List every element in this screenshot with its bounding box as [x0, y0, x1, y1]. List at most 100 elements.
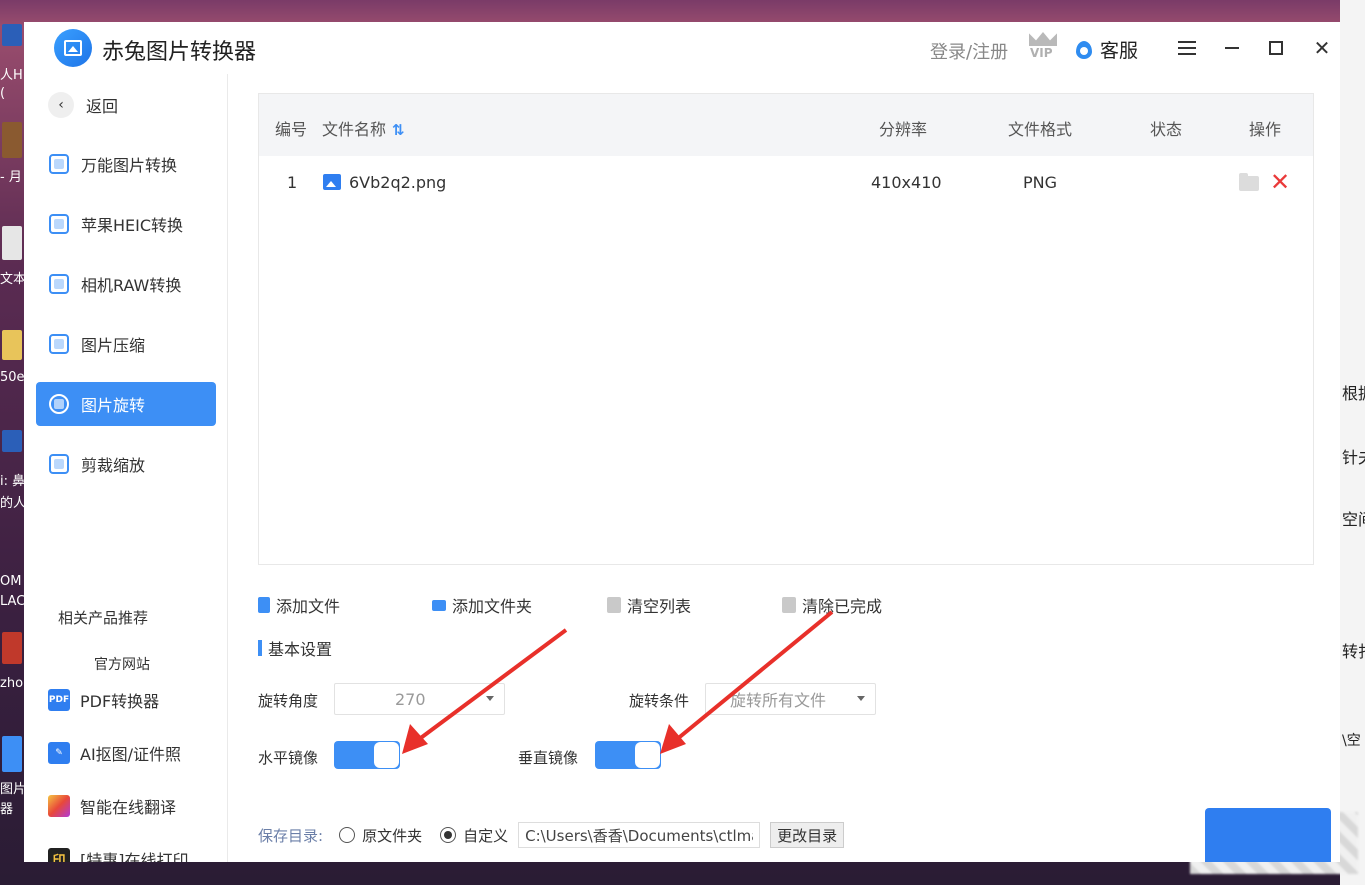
- rotate-condition-select[interactable]: 旋转所有文件: [705, 683, 876, 715]
- desktop-text: 人H: [0, 68, 23, 83]
- image-convert-icon: [49, 154, 69, 174]
- basic-settings-title: 基本设置: [258, 636, 332, 660]
- minimize-icon: [1225, 47, 1239, 49]
- text-file-icon[interactable]: [2, 226, 22, 260]
- save-path-input[interactable]: [518, 822, 761, 848]
- sidebar-item-label: 相机RAW转换: [81, 276, 182, 295]
- close-button[interactable]: ✕: [1310, 36, 1334, 60]
- back-button[interactable]: ‹ 返回: [48, 92, 118, 118]
- rotate-angle-label: 旋转角度: [258, 692, 319, 710]
- row-name: 6Vb2q2.png: [323, 173, 446, 192]
- open-folder-icon[interactable]: [1239, 173, 1259, 191]
- official-site-link[interactable]: 官方网站: [94, 654, 150, 674]
- add-file-label: 添加文件: [276, 597, 341, 616]
- delete-icon[interactable]: ✕: [1270, 168, 1290, 196]
- hamburger-icon: [1178, 41, 1196, 55]
- sort-icon[interactable]: ⇅: [392, 121, 405, 139]
- clear-list-button[interactable]: 清空列表: [607, 593, 691, 617]
- minimize-button[interactable]: [1220, 36, 1244, 60]
- add-folder-label: 添加文件夹: [452, 597, 533, 616]
- desktop-text: 的人: [0, 496, 24, 511]
- header-index: 编号: [275, 120, 308, 139]
- table-header: 编号 文件名称 ⇅ 分辨率 文件格式 状态 操作: [259, 94, 1313, 156]
- sidebar-item-label: 剪裁缩放: [81, 456, 146, 475]
- v-mirror-toggle[interactable]: [595, 741, 661, 769]
- add-folder-button[interactable]: 添加文件夹: [432, 593, 532, 617]
- sidebar-item-heic[interactable]: 苹果HEIC转换: [36, 202, 216, 246]
- word-doc-icon[interactable]: [2, 430, 22, 452]
- background-text: 转扎: [1342, 642, 1365, 661]
- service-icon: [1076, 40, 1092, 59]
- header-name-label: 文件名称: [322, 120, 387, 139]
- translate-icon: [48, 795, 70, 817]
- folder-icon[interactable]: [2, 330, 22, 360]
- product-online-print[interactable]: 印 [特惠]在线打印: [48, 847, 189, 862]
- add-file-button[interactable]: 添加文件: [258, 593, 340, 617]
- desktop-text: LAC: [0, 594, 24, 609]
- sidebar-item-universal-convert[interactable]: 万能图片转换: [36, 142, 216, 186]
- radio-custom-label: 自定义: [463, 826, 509, 845]
- product-pdf-converter[interactable]: PDF PDF转换器: [48, 688, 159, 712]
- rotate-angle-value: 270: [395, 689, 426, 709]
- header-ops: 操作: [1249, 120, 1282, 139]
- eraser-icon: ✎: [48, 742, 70, 764]
- compress-icon: [49, 334, 69, 354]
- rotate-angle-select[interactable]: 270: [334, 683, 505, 715]
- header-resolution: 分辨率: [879, 120, 928, 139]
- header-format: 文件格式: [1008, 120, 1073, 139]
- product-translate[interactable]: 智能在线翻译: [48, 794, 176, 818]
- product-ai-cutout[interactable]: ✎ AI抠图/证件照: [48, 741, 181, 765]
- change-directory-button[interactable]: 更改目录: [770, 822, 845, 848]
- desktop-text: - 月: [0, 170, 22, 185]
- radio-original-label: 原文件夹: [362, 826, 423, 845]
- clear-done-button[interactable]: 清除已完成: [782, 593, 882, 617]
- word-doc-icon[interactable]: [2, 24, 22, 46]
- pdf-icon: PDF: [48, 689, 70, 711]
- print-icon: 印: [48, 848, 70, 862]
- customer-service-button[interactable]: 客服: [1076, 36, 1138, 63]
- sidebar-item-raw[interactable]: 相机RAW转换: [36, 262, 216, 306]
- product-label: AI抠图/证件照: [80, 745, 182, 764]
- back-label: 返回: [86, 97, 119, 116]
- h-mirror-toggle[interactable]: [334, 741, 400, 769]
- clear-list-label: 清空列表: [627, 597, 692, 616]
- file-table: 编号 文件名称 ⇅ 分辨率 文件格式 状态 操作 1 6Vb2q2.png 410…: [258, 93, 1314, 565]
- close-icon: ✕: [1313, 36, 1331, 60]
- login-register-link[interactable]: 登录/注册: [930, 38, 1008, 64]
- sidebar-item-crop[interactable]: 剪裁缩放: [36, 442, 216, 486]
- toggle-knob: [374, 742, 399, 768]
- menu-button[interactable]: [1175, 36, 1199, 60]
- background-text: 根据: [1342, 384, 1365, 403]
- header-name[interactable]: 文件名称 ⇅: [322, 116, 405, 140]
- sidebar-item-label: 图片旋转: [81, 396, 146, 415]
- heic-icon: [49, 214, 69, 234]
- radio-custom-folder[interactable]: [440, 827, 457, 843]
- title-bar: 赤兔图片转换器 登录/注册 VIP 客服 ✕: [24, 22, 1340, 74]
- row-index: 1: [287, 173, 298, 192]
- chevron-down-icon: [857, 696, 865, 701]
- vip-crown-icon[interactable]: VIP: [1027, 32, 1059, 62]
- sidebar-item-label: 图片压缩: [81, 336, 146, 355]
- desktop-text: i: 鼻: [0, 474, 24, 489]
- v-mirror-label: 垂直镜像: [518, 749, 579, 767]
- photo-file-icon[interactable]: [2, 122, 22, 158]
- product-label: [特惠]在线打印: [80, 851, 189, 862]
- background-text: \空: [1342, 733, 1361, 749]
- sidebar-item-compress[interactable]: 图片压缩: [36, 322, 216, 366]
- rotate-condition-value: 旋转所有文件: [730, 691, 827, 710]
- broom-icon: [607, 597, 621, 613]
- maximize-icon: [1269, 41, 1283, 55]
- maximize-button[interactable]: [1264, 36, 1288, 60]
- header-status: 状态: [1150, 120, 1183, 139]
- table-row[interactable]: 1 6Vb2q2.png 410x410 PNG ✕: [259, 156, 1313, 212]
- radio-original-folder[interactable]: [339, 827, 356, 843]
- start-button[interactable]: [1205, 808, 1331, 862]
- desktop-text: (: [0, 86, 6, 101]
- row-resolution: 410x410: [871, 173, 942, 192]
- app-shortcut-icon[interactable]: [2, 736, 22, 772]
- service-label: 客服: [1100, 40, 1139, 62]
- sidebar-item-rotate[interactable]: 图片旋转: [36, 382, 216, 426]
- archive-icon[interactable]: [2, 632, 22, 664]
- crop-icon: [49, 454, 69, 474]
- sidebar-item-label: 万能图片转换: [81, 156, 178, 175]
